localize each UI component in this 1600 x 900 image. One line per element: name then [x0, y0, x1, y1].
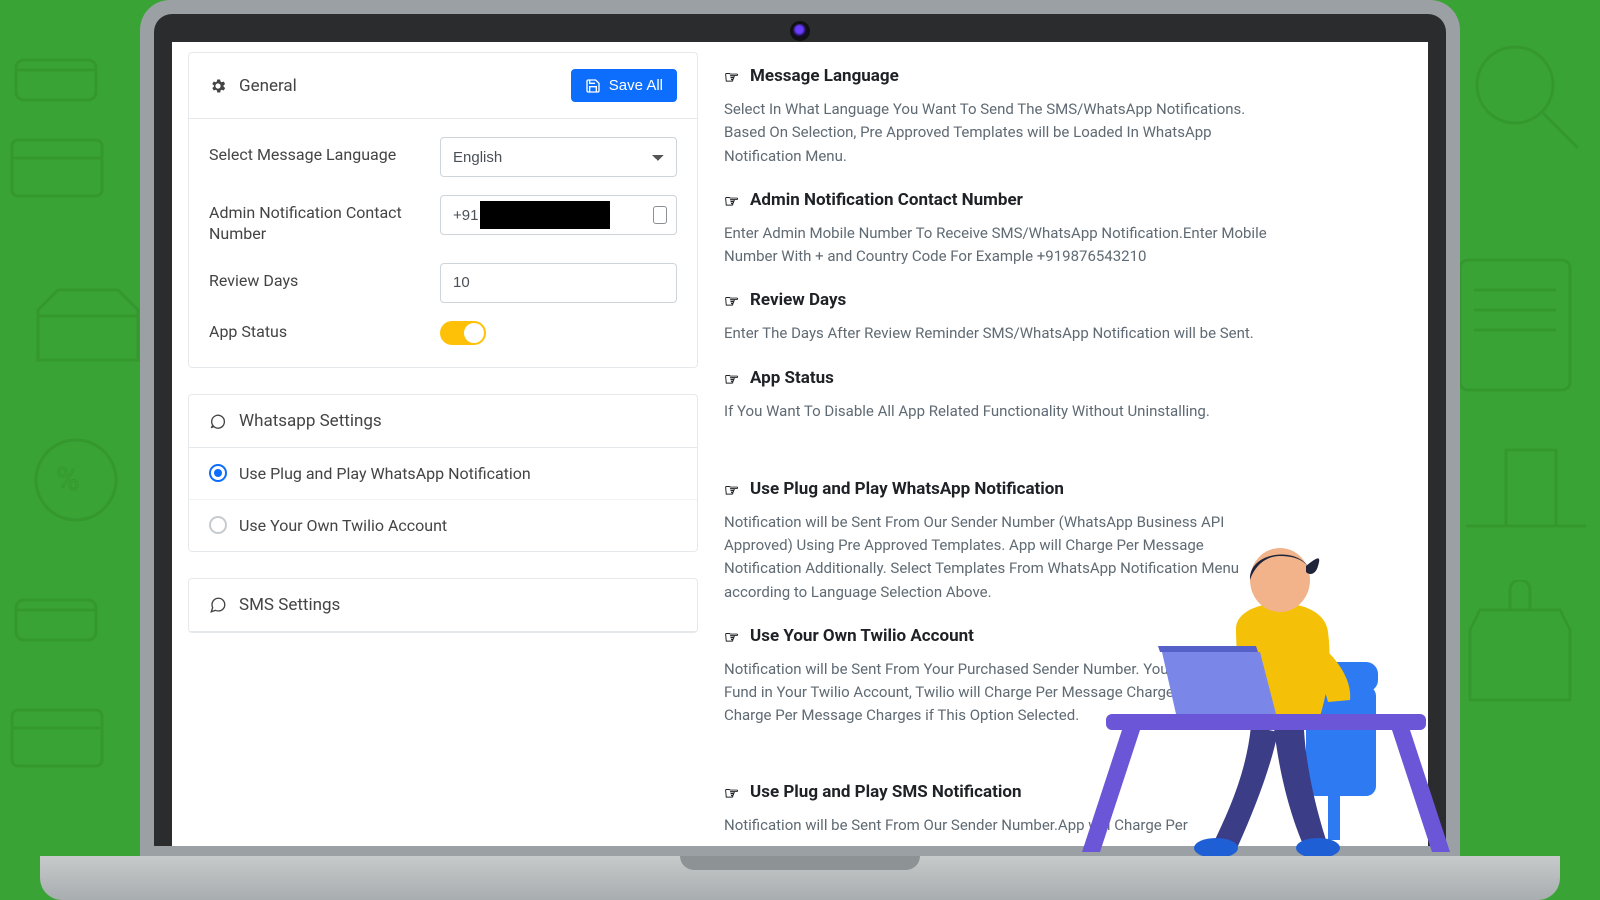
help-text: Notification will be Sent From Our Sende…: [724, 814, 1284, 837]
admin-contact-label: Admin Notification Contact Number: [209, 195, 424, 245]
language-label: Select Message Language: [209, 137, 424, 166]
laptop-base: [40, 856, 1560, 900]
language-select[interactable]: English: [440, 137, 677, 177]
pointer-icon: ☞: [724, 628, 740, 644]
app-status-toggle[interactable]: [440, 321, 486, 345]
whatsapp-icon: [209, 412, 227, 430]
pointer-icon: ☞: [724, 192, 740, 208]
camera-dot: [793, 24, 807, 38]
svg-text:%: %: [56, 460, 79, 498]
radio-label: Use Plug and Play WhatsApp Notification: [239, 464, 531, 483]
contacts-chip-icon: [653, 206, 667, 224]
help-text: Enter Admin Mobile Number To Receive SMS…: [724, 222, 1284, 269]
redacted-bar: [480, 201, 610, 229]
general-title: General: [239, 76, 297, 96]
save-icon: [585, 78, 601, 94]
radio-label: Use Your Own Twilio Account: [239, 516, 447, 535]
whatsapp-title: Whatsapp Settings: [239, 411, 382, 431]
help-text: Notification will be Sent From Your Purc…: [724, 658, 1284, 728]
pointer-icon: ☞: [724, 68, 740, 84]
laptop-frame: General Save All: [140, 0, 1460, 900]
whatsapp-card: Whatsapp Settings Use Plug and Play What…: [188, 394, 698, 552]
pointer-icon: ☞: [724, 481, 740, 497]
sms-title: SMS Settings: [239, 595, 340, 615]
help-text: If You Want To Disable All App Related F…: [724, 400, 1284, 423]
general-card: General Save All: [188, 52, 698, 368]
pointer-icon: ☞: [724, 370, 740, 386]
help-heading-message-language: ☞Message Language: [724, 66, 1412, 86]
sms-card: SMS Settings: [188, 578, 698, 633]
help-text: Select In What Language You Want To Send…: [724, 98, 1284, 168]
pointer-icon: ☞: [724, 292, 740, 308]
help-heading-admin-contact: ☞Admin Notification Contact Number: [724, 190, 1412, 210]
chat-icon: [209, 596, 227, 614]
radio-own-twilio[interactable]: Use Your Own Twilio Account: [189, 499, 697, 551]
help-text: Notification will be Sent From Our Sende…: [724, 511, 1284, 604]
radio-icon: [209, 516, 227, 534]
gear-icon: [209, 77, 227, 95]
review-days-input[interactable]: [440, 263, 677, 303]
help-text: Enter The Days After Review Reminder SMS…: [724, 322, 1284, 345]
help-heading-pp-whatsapp: ☞Use Plug and Play WhatsApp Notification: [724, 479, 1412, 499]
radio-icon: [209, 464, 227, 482]
app-status-label: App Status: [209, 322, 424, 343]
help-heading-app-status: ☞App Status: [724, 368, 1412, 388]
review-days-label: Review Days: [209, 263, 424, 292]
save-all-button[interactable]: Save All: [571, 69, 677, 102]
help-heading-own-twilio: ☞Use Your Own Twilio Account: [724, 626, 1412, 646]
save-all-label: Save All: [609, 77, 663, 94]
help-heading-pp-sms: ☞Use Plug and Play SMS Notification: [724, 782, 1412, 802]
pointer-icon: ☞: [724, 784, 740, 800]
radio-plug-play-whatsapp[interactable]: Use Plug and Play WhatsApp Notification: [189, 448, 697, 499]
help-heading-review-days: ☞Review Days: [724, 290, 1412, 310]
